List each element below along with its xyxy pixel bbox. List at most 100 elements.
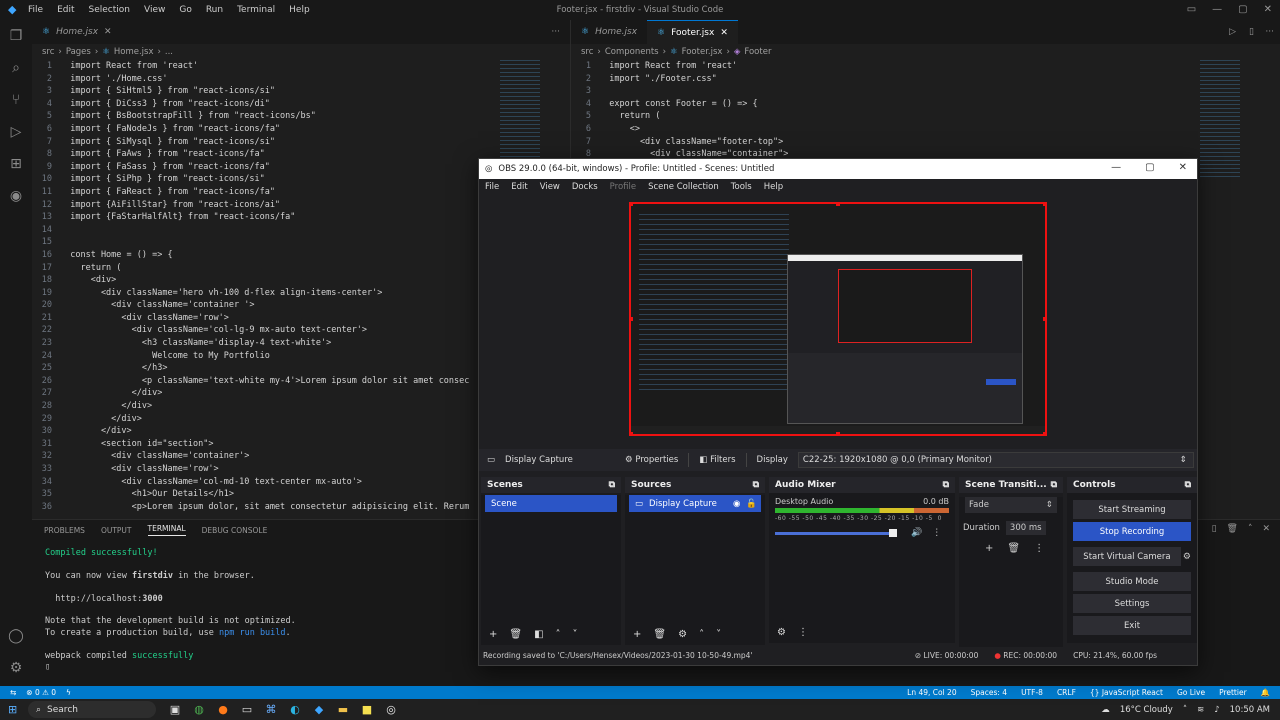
advanced-audio-icon[interactable]: ⚙	[777, 627, 786, 638]
source-item[interactable]: ▭ Display Capture ◉ 🔓	[629, 495, 761, 512]
move-up-icon[interactable]: ˄	[699, 629, 704, 640]
trash-icon[interactable]: 🗑	[1227, 524, 1238, 534]
add-icon[interactable]: +	[633, 629, 641, 640]
close-panel-icon[interactable]: ✕	[1262, 524, 1270, 534]
indentation[interactable]: Spaces: 4	[971, 688, 1007, 697]
cursor-position[interactable]: Ln 49, Col 20	[907, 688, 956, 697]
notifications-icon[interactable]: 🔔	[1261, 688, 1270, 697]
breadcrumb-item[interactable]: Pages	[66, 47, 91, 57]
tab-footer-jsx[interactable]: ⚛ Footer.jsx ✕	[647, 20, 738, 44]
resize-handle[interactable]	[1043, 204, 1045, 206]
breadcrumb-item[interactable]: Components	[605, 47, 659, 57]
run-icon[interactable]: ▷	[1229, 27, 1236, 37]
code-line[interactable]: 3	[571, 85, 1280, 98]
speaker-icon[interactable]: 🔊	[911, 528, 922, 538]
task-view-icon[interactable]: ▣	[168, 703, 182, 717]
code-line[interactable]: 3 import { SiHtml5 } from "react-icons/s…	[32, 85, 570, 98]
undock-icon[interactable]: ⧉	[609, 480, 615, 490]
breadcrumb-item[interactable]: Footer	[744, 47, 771, 57]
split-editor-icon[interactable]: ▯	[1249, 27, 1254, 37]
remove-icon[interactable]: 🗑	[509, 629, 522, 640]
language-mode[interactable]: {} JavaScript React	[1090, 688, 1163, 697]
terminal-app-icon[interactable]: ▭	[240, 703, 254, 717]
volume-icon[interactable]: ♪	[1214, 705, 1219, 715]
code-line[interactable]: 1 import React from 'react'	[571, 60, 1280, 73]
resize-handle[interactable]	[1043, 317, 1045, 321]
close-icon[interactable]: ✕	[1264, 4, 1272, 15]
obs-menu-docks[interactable]: Docks	[572, 182, 598, 192]
firefox-icon[interactable]: ●	[216, 703, 230, 717]
obs-menu-profile[interactable]: Profile	[610, 182, 636, 192]
more-actions-icon[interactable]: ···	[551, 27, 560, 37]
search-icon[interactable]: ⌕	[0, 52, 32, 84]
obs-menu-tools[interactable]: Tools	[731, 182, 752, 192]
settings-gear-icon[interactable]: ⚙	[678, 629, 687, 640]
obs-menu-help[interactable]: Help	[764, 182, 783, 192]
prettier[interactable]: Prettier	[1219, 688, 1247, 697]
move-down-icon[interactable]: ˅	[573, 629, 578, 640]
file-explorer-icon[interactable]: ▬	[336, 703, 350, 717]
mixer-menu-icon[interactable]: ⋮	[932, 528, 941, 538]
menu-file[interactable]: File	[28, 5, 43, 15]
undock-icon[interactable]: ⧉	[1185, 480, 1191, 490]
properties-button[interactable]: ⚙ Properties	[625, 455, 678, 465]
code-line[interactable]: 1 import React from 'react'	[32, 60, 570, 73]
clock[interactable]: 10:50 AM	[1230, 705, 1270, 715]
undock-icon[interactable]: ⧉	[753, 480, 759, 490]
menu-view[interactable]: View	[144, 5, 165, 15]
menu-run[interactable]: Run	[206, 5, 223, 15]
menu-terminal[interactable]: Terminal	[237, 5, 275, 15]
resize-handle[interactable]	[631, 432, 633, 434]
tab-terminal[interactable]: TERMINAL	[147, 524, 186, 536]
undock-icon[interactable]: ⧉	[943, 480, 949, 490]
explorer-icon[interactable]: ❐	[0, 20, 32, 52]
extensions-icon[interactable]: ⊞	[0, 148, 32, 180]
tab-output[interactable]: OUTPUT	[101, 526, 132, 535]
chrome-icon[interactable]: ◍	[192, 703, 206, 717]
manage-gear-icon[interactable]: ⚙	[0, 652, 32, 684]
close-icon[interactable]: ✕	[1179, 162, 1187, 173]
tab-home-jsx[interactable]: ⚛ Home.jsx ✕	[32, 20, 122, 44]
filters-icon[interactable]: ◧	[534, 629, 543, 640]
minimap[interactable]	[1200, 60, 1240, 180]
split-terminal-icon[interactable]: ▯	[1212, 524, 1217, 534]
code-editor-right[interactable]: 1 import React from 'react' 2 import "./F…	[571, 60, 1280, 161]
duration-input[interactable]: 300 ms	[1005, 521, 1046, 535]
obs-menu-file[interactable]: File	[485, 182, 499, 192]
remote-status-icon[interactable]: ⇆	[10, 688, 16, 697]
code-line[interactable]: 5 import { BsBootstrapFill } from "react…	[32, 110, 570, 123]
weather-icon[interactable]: ☁	[1101, 705, 1110, 715]
git-icon[interactable]: ⌘	[264, 703, 278, 717]
stop-recording-button[interactable]: Stop Recording	[1073, 522, 1191, 541]
start-streaming-button[interactable]: Start Streaming	[1073, 500, 1191, 519]
minimize-icon[interactable]: —	[1212, 4, 1222, 15]
mixer-options-icon[interactable]: ⋮	[798, 627, 808, 638]
start-icon[interactable]: ⊞	[8, 703, 17, 716]
close-tab-icon[interactable]: ✕	[720, 28, 728, 38]
menu-edit[interactable]: Edit	[57, 5, 74, 15]
breadcrumb-item[interactable]: ...	[165, 47, 173, 57]
breadcrumb-item[interactable]: src	[581, 47, 593, 57]
line-ending[interactable]: CRLF	[1057, 688, 1076, 697]
code-line[interactable]: 5 return (	[571, 110, 1280, 123]
display-select[interactable]: C22-25: 1920x1080 @ 0,0 (Primary Monitor…	[797, 452, 1194, 468]
code-line[interactable]: 7 import { SiMysql } from "react-icons/s…	[32, 136, 570, 149]
visibility-eye-icon[interactable]: ◉	[733, 499, 740, 509]
obs-menu-edit[interactable]: Edit	[511, 182, 527, 192]
start-virtual-camera-button[interactable]: Start Virtual Camera	[1073, 547, 1181, 566]
account-icon[interactable]: ◯	[0, 620, 32, 652]
add-transition-icon[interactable]: +	[985, 543, 993, 554]
maximize-icon[interactable]: ▢	[1238, 4, 1247, 15]
problems-count[interactable]: ⊗ 0 ⚠ 0	[26, 688, 56, 697]
undock-icon[interactable]: ⧉	[1051, 480, 1057, 490]
virtual-camera-settings-icon[interactable]: ⚙	[1183, 552, 1191, 562]
obs-menu-view[interactable]: View	[540, 182, 560, 192]
breadcrumb-item[interactable]: src	[42, 47, 54, 57]
tab-problems[interactable]: PROBLEMS	[44, 526, 85, 535]
transition-select[interactable]: Fade ⇕	[965, 497, 1057, 513]
resize-handle[interactable]	[836, 432, 840, 434]
remove-transition-icon[interactable]: 🗑	[1007, 543, 1020, 554]
maximize-icon[interactable]: ▢	[1145, 162, 1154, 173]
resize-handle[interactable]	[836, 204, 840, 206]
source-control-icon[interactable]: ⑂	[0, 84, 32, 116]
